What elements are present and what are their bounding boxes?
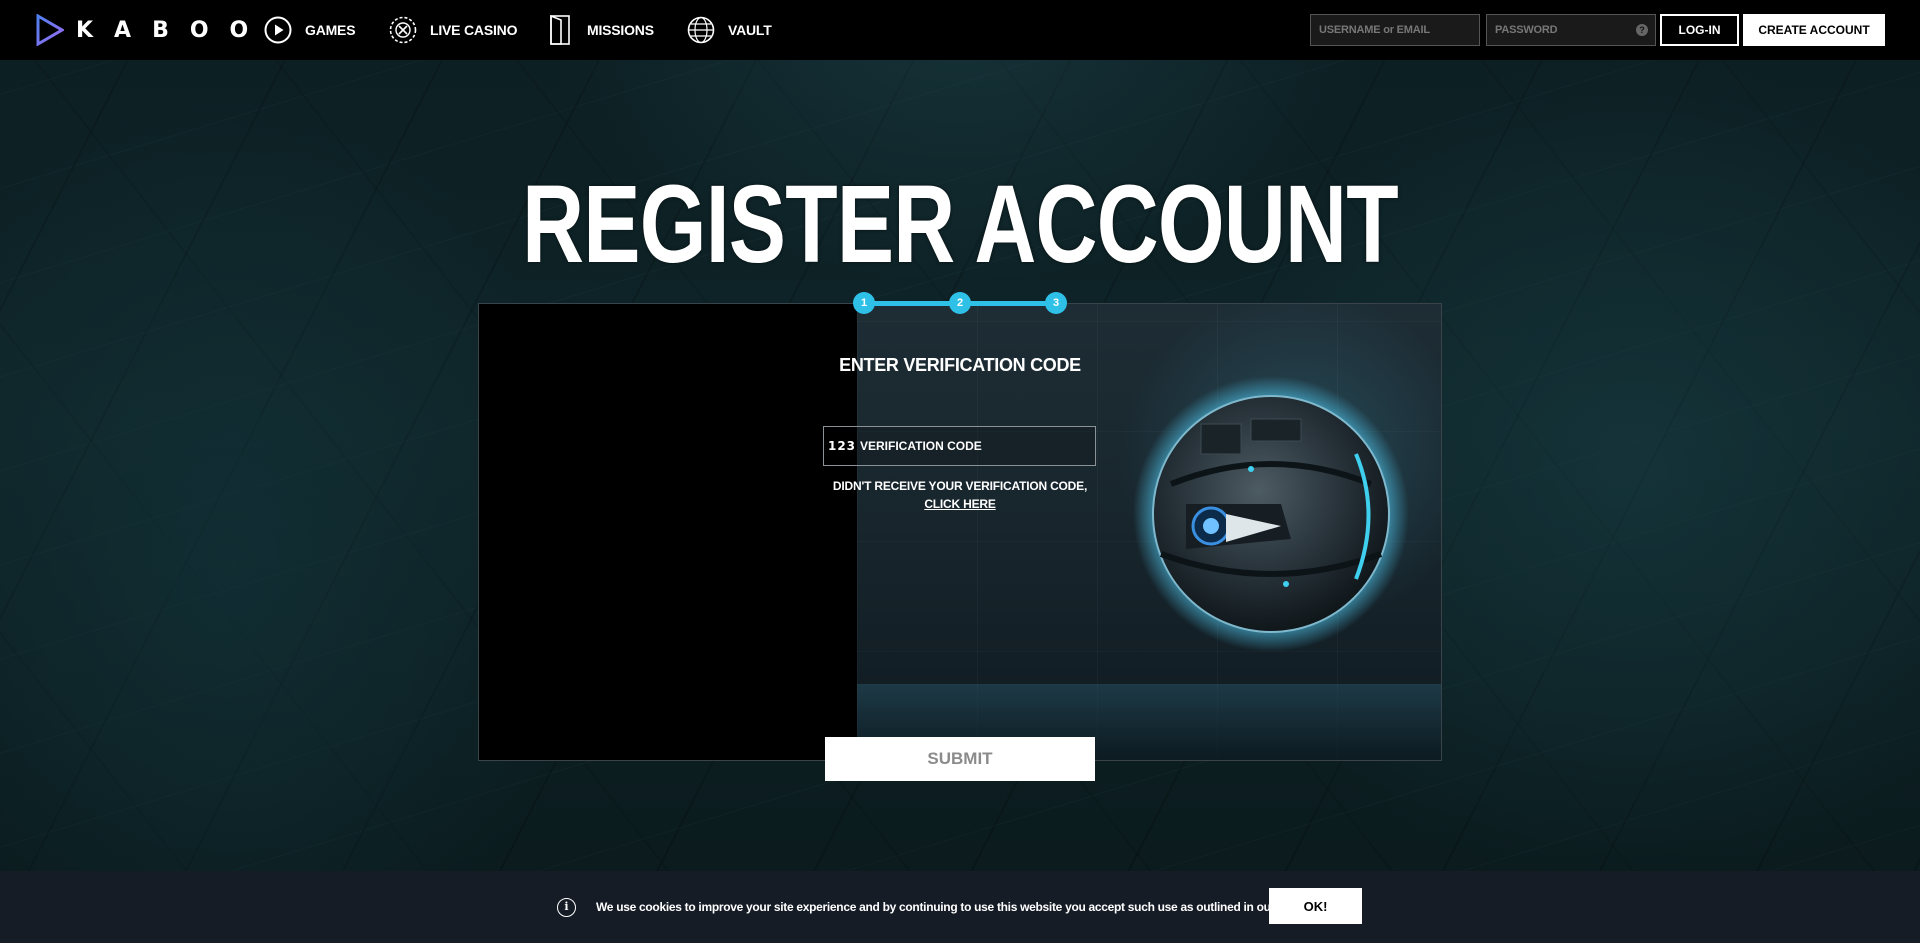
door-icon bbox=[545, 15, 575, 45]
resend-code-link[interactable]: CLICK HERE bbox=[800, 495, 1120, 513]
roulette-icon bbox=[388, 15, 418, 45]
cookie-banner: i We use cookies to improve your site ex… bbox=[0, 871, 1920, 943]
kaboo-logo[interactable]: KABOO bbox=[36, 14, 269, 46]
resend-code-message: DIDN'T RECEIVE YOUR VERIFICATION CODE, C… bbox=[800, 477, 1120, 513]
nav-games[interactable]: GAMES bbox=[263, 14, 356, 46]
nav-games-label: GAMES bbox=[305, 22, 356, 38]
info-icon: i bbox=[557, 898, 576, 917]
step-2: 2 bbox=[949, 292, 971, 314]
play-circle-icon bbox=[263, 15, 293, 45]
robot-sphere-image bbox=[1133, 376, 1409, 652]
verification-code-input[interactable] bbox=[860, 427, 1095, 465]
create-account-button[interactable]: CREATE ACCOUNT bbox=[1743, 14, 1885, 46]
top-header: KABOO GAMES LIVE CASINO MISSIONS VAULT ?… bbox=[0, 0, 1920, 60]
nav-live-casino-label: LIVE CASINO bbox=[430, 22, 518, 38]
logo-text: KABOO bbox=[76, 17, 270, 43]
page-title: REGISTER ACCOUNT bbox=[522, 163, 1399, 286]
login-button[interactable]: LOG-IN bbox=[1660, 14, 1739, 46]
step-3: 3 bbox=[1045, 292, 1067, 314]
nav-missions[interactable]: MISSIONS bbox=[545, 14, 654, 46]
step-1: 1 bbox=[853, 292, 875, 314]
help-icon[interactable]: ? bbox=[1636, 24, 1648, 36]
nav-vault[interactable]: VAULT bbox=[686, 14, 772, 46]
nav-live-casino[interactable]: LIVE CASINO bbox=[388, 14, 517, 46]
cookie-text: We use cookies to improve your site expe… bbox=[596, 900, 1276, 914]
password-input[interactable] bbox=[1486, 14, 1656, 46]
nav-missions-label: MISSIONS bbox=[587, 22, 654, 38]
cookie-ok-button[interactable]: OK! bbox=[1269, 888, 1362, 924]
nav-vault-label: VAULT bbox=[728, 22, 772, 38]
globe-icon bbox=[686, 15, 716, 45]
numeric-code-icon: 123 bbox=[827, 439, 857, 453]
submit-button[interactable]: SUBMIT bbox=[825, 737, 1095, 781]
resend-code-text: DIDN'T RECEIVE YOUR VERIFICATION CODE, bbox=[832, 479, 1088, 493]
username-email-input[interactable] bbox=[1310, 14, 1480, 46]
verification-code-field[interactable]: 123 bbox=[823, 426, 1096, 466]
kaboo-logo-icon bbox=[36, 14, 64, 46]
form-heading: ENTER VERIFICATION CODE bbox=[839, 355, 1081, 375]
registration-stepper: 1 2 3 bbox=[853, 292, 1067, 314]
